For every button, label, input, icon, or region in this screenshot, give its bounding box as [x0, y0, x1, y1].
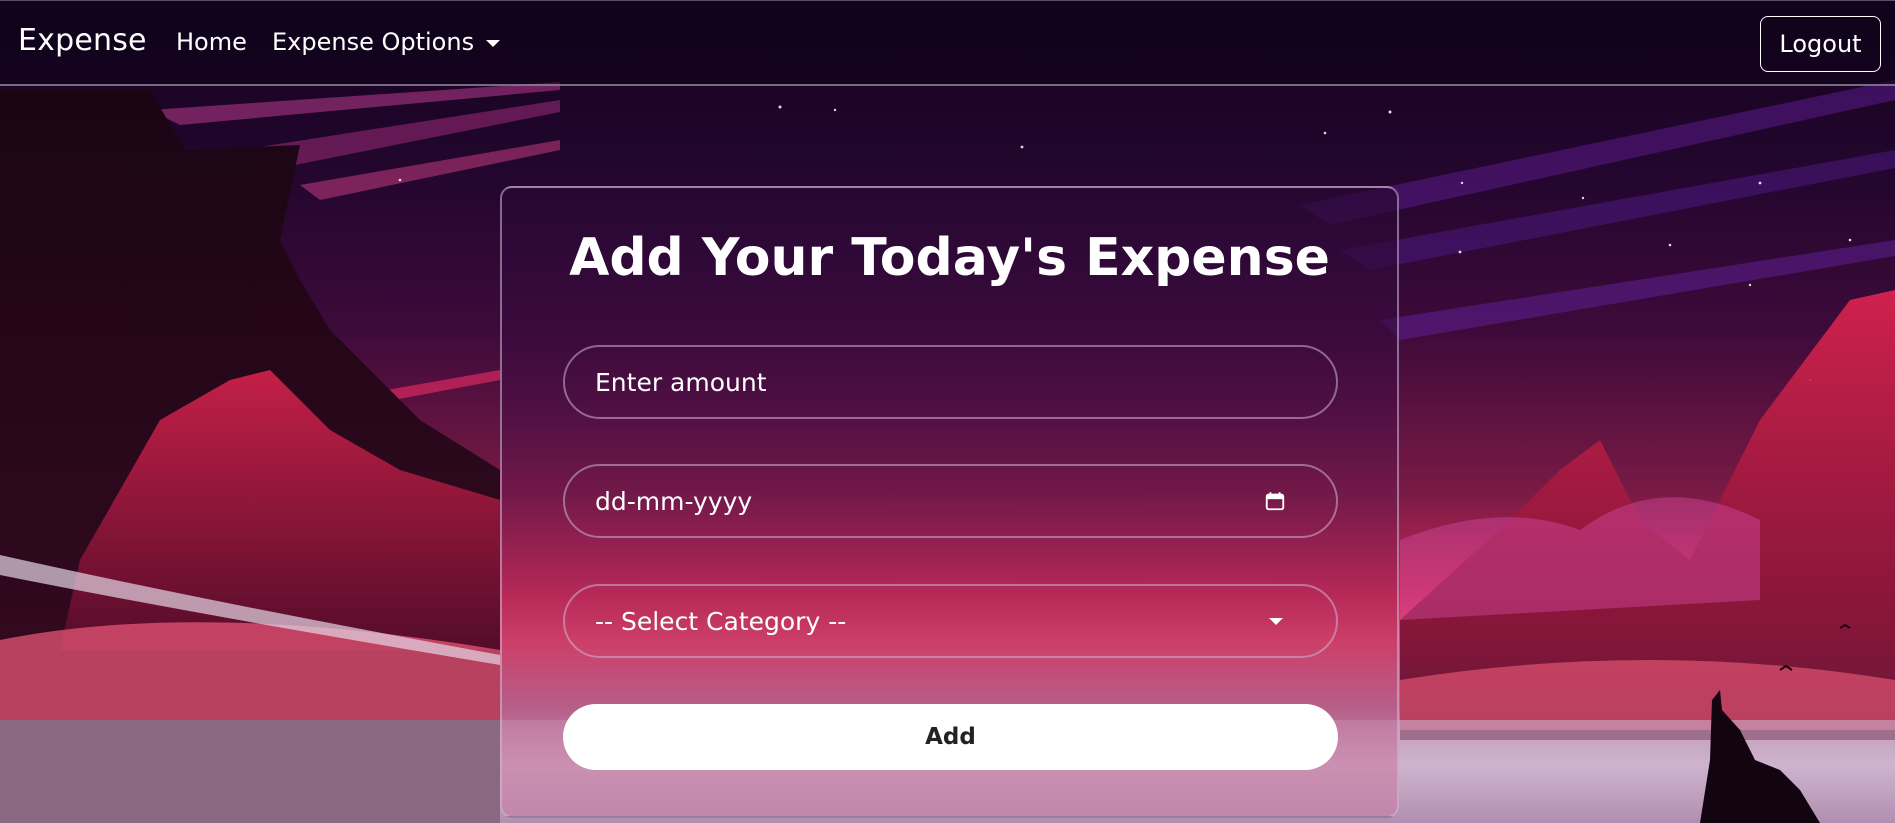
top-navbar: Expense Home Expense Options Logout — [0, 0, 1895, 86]
logout-button[interactable]: Logout — [1760, 16, 1881, 72]
nav-home-link[interactable]: Home — [176, 28, 247, 56]
chevron-down-icon — [486, 39, 501, 47]
amount-input[interactable]: Enter amount — [563, 345, 1338, 419]
brand-logo[interactable]: Expense — [18, 23, 147, 58]
calendar-icon[interactable] — [1264, 490, 1286, 512]
add-button[interactable]: Add — [563, 704, 1338, 770]
expense-options-label: Expense Options — [272, 28, 475, 56]
nav-expense-options-dropdown[interactable]: Expense Options — [272, 28, 501, 56]
amount-placeholder: Enter amount — [595, 367, 767, 397]
date-placeholder: dd-mm-yyyy — [595, 486, 753, 516]
chevron-down-icon — [1269, 617, 1283, 625]
add-expense-card: Add Your Today's Expense Enter amount dd… — [500, 186, 1399, 818]
category-selected-value: -- Select Category -- — [595, 606, 847, 636]
page-title: Add Your Today's Expense — [569, 228, 1330, 288]
date-input[interactable]: dd-mm-yyyy — [563, 464, 1338, 538]
category-select[interactable]: -- Select Category -- — [563, 584, 1338, 658]
